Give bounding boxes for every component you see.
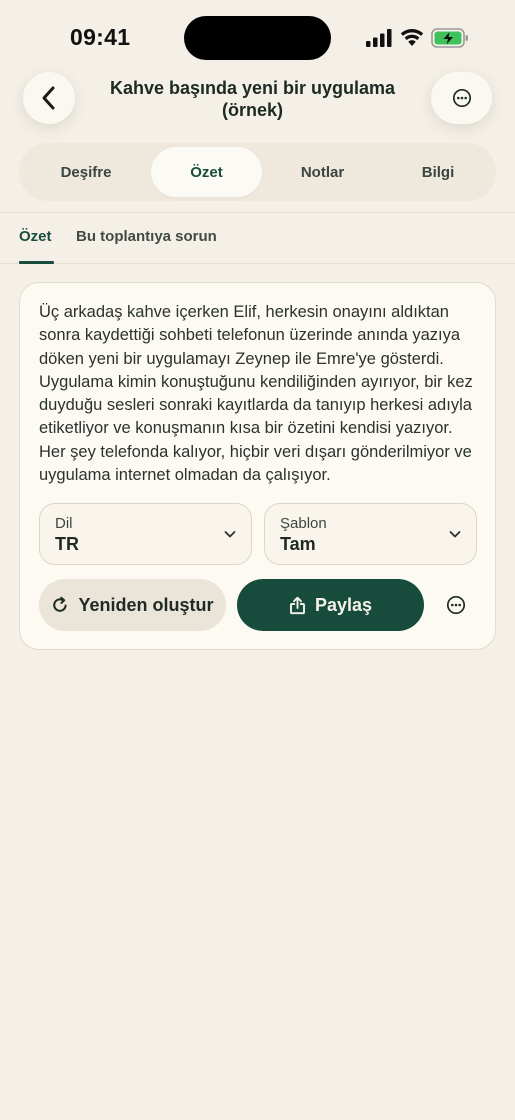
summary-card: Üç arkadaş kahve içerken Elif, herkesin …	[19, 282, 496, 650]
wifi-icon	[400, 28, 424, 46]
dynamic-island	[184, 16, 331, 60]
language-value: TR	[55, 534, 79, 554]
signal-icon	[366, 29, 392, 47]
top-header: Kahve başında yeni bir uygulama (örnek)	[0, 70, 515, 140]
language-label: Dil	[55, 515, 73, 532]
battery-charging-icon	[431, 28, 468, 48]
template-select[interactable]: Şablon Tam	[264, 503, 477, 565]
active-subtab-indicator	[19, 261, 54, 264]
tab-info[interactable]: Bilgi	[383, 147, 493, 197]
language-select[interactable]: Dil TR	[39, 503, 252, 565]
chevron-down-icon	[224, 531, 236, 538]
tab-transcript[interactable]: Deşifre	[26, 147, 146, 197]
status-bar: 09:41	[0, 0, 515, 70]
summary-text: Üç arkadaş kahve içerken Elif, herkesin …	[39, 303, 473, 485]
share-icon	[290, 596, 305, 614]
sub-tab-bar: Özet Bu toplantıya sorun	[0, 212, 515, 264]
segmented-tab-bar: Deşifre Özet Notlar Bilgi	[19, 143, 496, 201]
subtab-ask-meeting[interactable]: Bu toplantıya sorun	[76, 228, 217, 245]
back-button[interactable]	[23, 72, 75, 124]
more-options-button[interactable]	[431, 72, 492, 124]
more-horizontal-circle-icon	[446, 595, 466, 615]
card-more-button[interactable]	[442, 591, 470, 619]
status-time: 09:41	[70, 24, 131, 50]
tab-summary[interactable]: Özet	[151, 147, 262, 197]
share-label: Paylaş	[314, 594, 373, 615]
chevron-down-icon	[449, 531, 461, 538]
regenerate-label: Yeniden oluştur	[78, 594, 214, 615]
subtab-summary[interactable]: Özet	[19, 228, 52, 245]
app-screen: 09:41 Kahve başında yeni bir uygulama (ö…	[0, 0, 515, 1120]
more-horizontal-circle-icon	[452, 88, 471, 108]
tab-notes[interactable]: Notlar	[267, 147, 378, 197]
template-value: Tam	[280, 534, 316, 554]
share-button[interactable]: Paylaş	[237, 579, 424, 631]
template-label: Şablon	[280, 515, 327, 532]
regenerate-button[interactable]: Yeniden oluştur	[39, 579, 226, 631]
chevron-left-icon	[42, 86, 55, 110]
page-title: Kahve başında yeni bir uygulama (örnek)	[109, 78, 396, 120]
refresh-icon	[53, 596, 68, 612]
